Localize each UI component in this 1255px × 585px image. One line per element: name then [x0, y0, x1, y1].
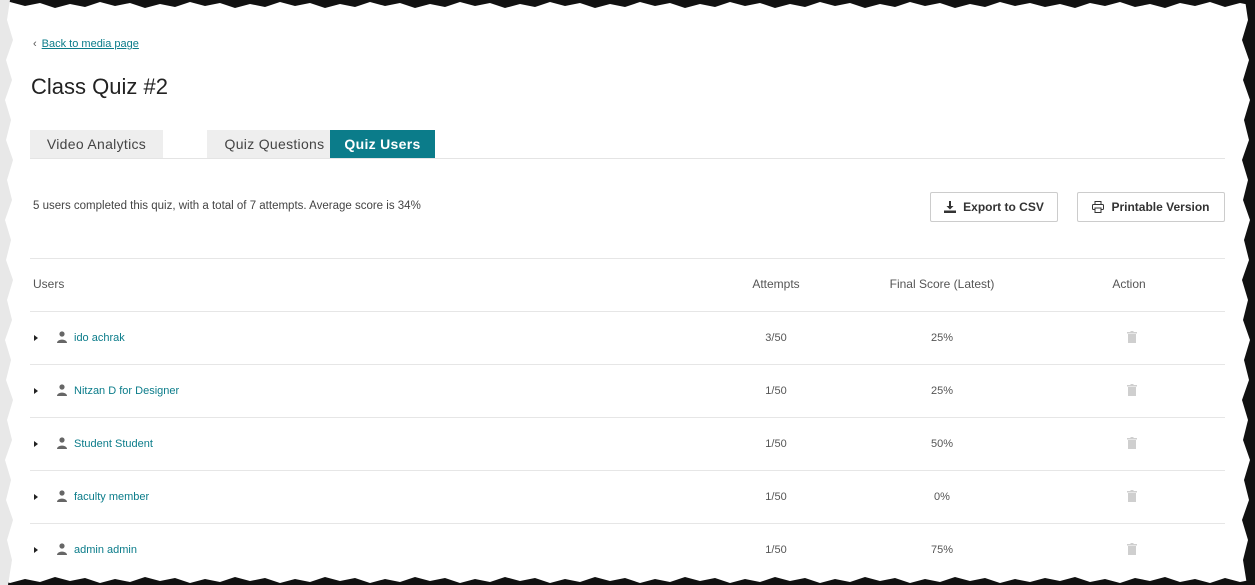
trash-icon[interactable] [1127, 490, 1137, 502]
user-name-link[interactable]: Nitzan D for Designer [74, 365, 179, 417]
export-csv-label: Export to CSV [963, 200, 1044, 214]
score-cell: 25% [930, 332, 954, 344]
user-name-link[interactable]: admin admin [74, 524, 137, 576]
export-csv-button[interactable]: Export to CSV [930, 192, 1058, 222]
user-name-link[interactable]: Student Student [74, 418, 153, 470]
tab-video-analytics[interactable]: Video Analytics [30, 130, 163, 158]
score-cell: 25% [930, 385, 954, 397]
print-icon [1092, 201, 1105, 213]
trash-icon[interactable] [1127, 543, 1137, 555]
table-row: admin admin 1/50 75% [30, 524, 1225, 576]
user-icon [57, 331, 67, 343]
users-table-header: Users Attempts Final Score (Latest) Acti… [30, 258, 1225, 312]
torn-edge-top [0, 0, 1255, 8]
header-action: Action [1112, 277, 1146, 291]
page-title: Class Quiz #2 [31, 74, 168, 99]
quiz-summary-text: 5 users completed this quiz, with a tota… [33, 200, 421, 212]
table-row: Nitzan D for Designer 1/50 25% [30, 365, 1225, 418]
back-to-media-link[interactable]: ‹ Back to media page [33, 38, 139, 50]
attempts-cell: 1/50 [765, 544, 787, 556]
score-cell: 75% [930, 544, 954, 556]
torn-edge-right [1242, 0, 1255, 585]
table-row: faculty member 1/50 0% [30, 471, 1225, 524]
expand-caret-icon[interactable] [34, 388, 38, 394]
chevron-left-icon: ‹ [33, 38, 37, 50]
tab-quiz-questions[interactable]: Quiz Questions [207, 130, 342, 158]
expand-caret-icon[interactable] [34, 494, 38, 500]
expand-caret-icon[interactable] [34, 547, 38, 553]
header-final-score: Final Score (Latest) [889, 277, 995, 291]
attempts-cell: 1/50 [765, 385, 787, 397]
attempts-cell: 1/50 [765, 491, 787, 503]
expand-caret-icon[interactable] [34, 441, 38, 447]
user-icon [57, 490, 67, 502]
score-cell: 50% [930, 438, 954, 450]
expand-caret-icon[interactable] [34, 335, 38, 341]
user-icon [57, 437, 67, 449]
page-frame: ‹ Back to media page Class Quiz #2 Video … [0, 0, 1255, 585]
score-cell: 0% [934, 491, 950, 503]
header-users: Users [33, 277, 65, 291]
attempts-cell: 3/50 [765, 332, 787, 344]
user-icon [57, 384, 67, 396]
torn-edge-left [0, 0, 13, 585]
table-row: Student Student 1/50 50% [30, 418, 1225, 471]
printable-version-button[interactable]: Printable Version [1077, 192, 1225, 222]
user-name-link[interactable]: ido achrak [74, 312, 125, 364]
tab-quiz-users[interactable]: Quiz Users [330, 130, 435, 158]
trash-icon[interactable] [1127, 437, 1137, 449]
printable-version-label: Printable Version [1111, 200, 1210, 214]
header-attempts: Attempts [752, 277, 800, 291]
tab-bar: Video Analytics Quiz Questions Quiz User… [30, 130, 1225, 159]
trash-icon[interactable] [1127, 384, 1137, 396]
user-icon [57, 543, 67, 555]
attempts-cell: 1/50 [765, 438, 787, 450]
user-name-link[interactable]: faculty member [74, 471, 149, 523]
trash-icon[interactable] [1127, 331, 1137, 343]
back-link-label[interactable]: Back to media page [42, 38, 139, 50]
download-icon [944, 201, 957, 213]
table-row: ido achrak 3/50 25% [30, 312, 1225, 365]
